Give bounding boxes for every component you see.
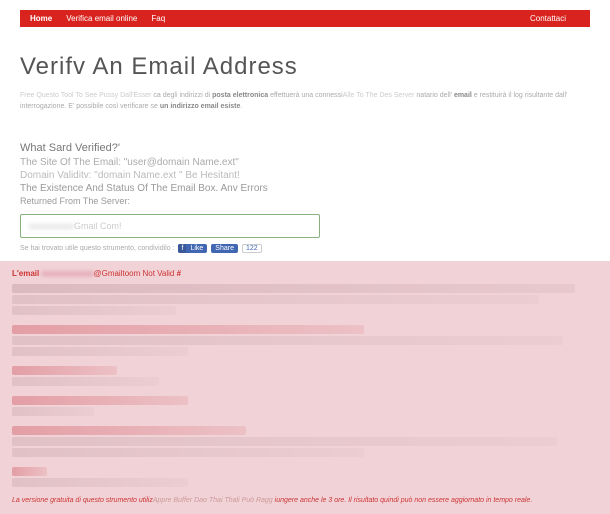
nav-contact[interactable]: Contattaci — [530, 14, 566, 23]
intro-text: Free Questo Tool To See Pussy Dall'Esser… — [20, 91, 590, 112]
nav-verify[interactable]: Verifica email online — [66, 14, 137, 23]
input-blurred-text: xxxxxxxxxx — [29, 221, 74, 231]
section-heading: What Sard Verified?' — [20, 142, 590, 154]
share-text: Se hai trovato utile questo strumento, c… — [20, 245, 174, 252]
nav-home[interactable]: Home — [30, 14, 52, 23]
fb-like-button[interactable]: f Like — [178, 244, 207, 253]
result-footnote: La versione gratuita di questo strumento… — [12, 497, 598, 504]
email-input[interactable]: xxxxxxxxxxGmail Com! — [20, 214, 320, 238]
page-title: Verifv An Email Address — [20, 53, 590, 81]
share-row: Se hai trovato utile questo strumento, c… — [20, 244, 590, 253]
info-line-2: Domain Validitv: "domain Name.ext " Be H… — [20, 170, 590, 181]
fb-count: 122 — [242, 244, 262, 253]
result-header: L'email xxxxxxxxxxxxx@Gmailtoom Not Vali… — [12, 269, 598, 278]
info-line-3: The Existence And Status Of The Email Bo… — [20, 183, 590, 194]
info-line-1: The Site Of The Email: "user@domain Name… — [20, 157, 590, 168]
input-suffix: Gmail Com! — [74, 221, 122, 231]
result-box: L'email xxxxxxxxxxxxx@Gmailtoom Not Vali… — [0, 261, 610, 514]
fb-share-button[interactable]: Share — [211, 244, 238, 253]
nav-faq[interactable]: Faq — [151, 14, 165, 23]
navbar: Home Verifica email online Faq Contattac… — [20, 10, 590, 27]
fb-like-label: Like — [186, 244, 207, 253]
info-line-4: Returned From The Server: — [20, 196, 590, 206]
fb-share-label: Share — [211, 244, 238, 253]
fb-icon: f — [178, 244, 186, 253]
result-log-blurred — [12, 284, 598, 487]
